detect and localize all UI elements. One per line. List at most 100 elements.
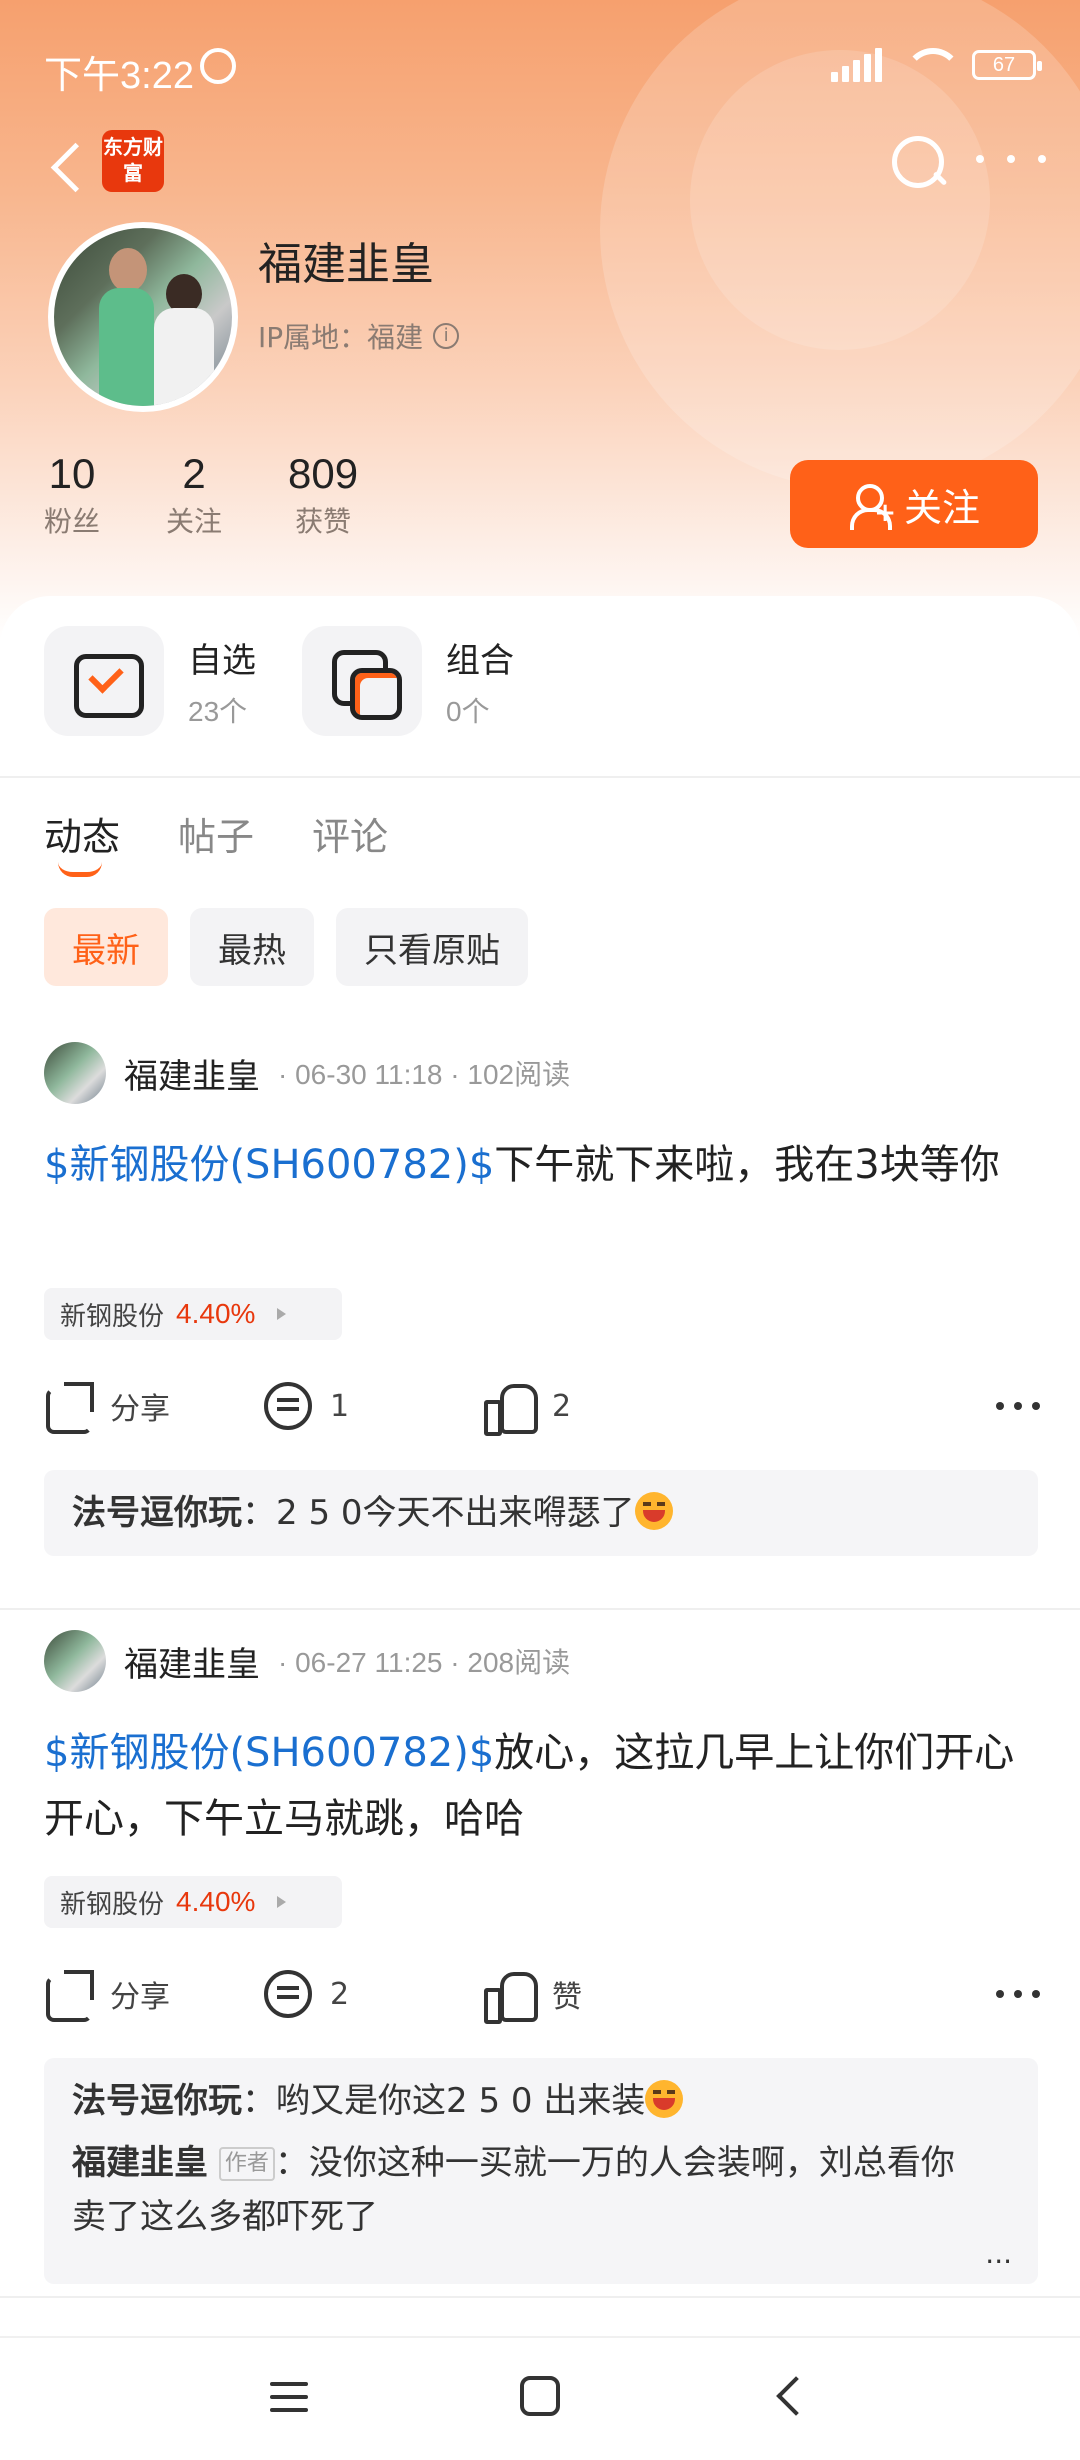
post-content[interactable]: $新钢股份(SH600782)$放心，这拉几早上让你们开心开心，下午立马就跳，哈… (44, 1720, 1034, 1852)
thumbs-up-icon (484, 1382, 538, 1436)
watchlist-entry[interactable]: 自选 23个 (44, 626, 256, 736)
comment-text: ：哟又是你这2 5 0 出来装 (242, 2081, 646, 2121)
post-text: 下午就下来啦，我在3块等你 (494, 1142, 1000, 1188)
chevron-right-icon (277, 1308, 287, 1320)
system-nav-bar (0, 2336, 1080, 2460)
stock-tag-name: 新钢股份 (60, 1301, 165, 1332)
portfolio-icon (302, 626, 422, 736)
content-card: 自选 23个 组合 0个 动态 帖子 评论 最新 最热 只看原贴 福建韭皇 · … (0, 596, 1080, 2336)
follow-button[interactable]: + 关注 (790, 460, 1038, 548)
top-nav: 东方财富 (0, 130, 1080, 210)
stock-tag-name: 新钢股份 (60, 1889, 165, 1920)
battery-icon: 67 (972, 50, 1042, 80)
quick-title: 组合 (446, 640, 514, 681)
filter-hottest[interactable]: 最热 (190, 908, 314, 986)
filter-original-only[interactable]: 只看原贴 (336, 908, 528, 986)
quick-count: 23个 (188, 695, 248, 727)
filter-latest[interactable]: 最新 (44, 908, 168, 986)
author-badge: 作者 (218, 2147, 275, 2181)
stat-value: 809 (288, 450, 359, 497)
stat-fans[interactable]: 10 粉丝 (44, 450, 100, 540)
tab-activity[interactable]: 动态 (44, 806, 120, 877)
watchlist-icon (44, 626, 164, 736)
divider (0, 1608, 1080, 1610)
wifi-icon (904, 48, 962, 82)
thumbs-up-icon (484, 1970, 538, 2024)
like-button[interactable]: 2 (484, 1382, 704, 1436)
avatar[interactable] (44, 1042, 106, 1104)
search-icon[interactable] (886, 130, 950, 194)
like-button[interactable]: 赞 (484, 1970, 704, 2024)
stat-likes[interactable]: 809 获赞 (288, 450, 358, 540)
profile-name: 福建韭皇 (258, 239, 434, 290)
comment-user[interactable]: 法号逗你玩 (72, 2081, 242, 2121)
tab-comments[interactable]: 评论 (312, 806, 388, 861)
share-button[interactable]: 分享 (44, 1970, 264, 2022)
stock-tag[interactable]: 新钢股份 4.40% (44, 1876, 342, 1928)
post-author[interactable]: 福建韭皇 (124, 1049, 260, 1098)
back-button[interactable] (44, 134, 94, 204)
post-actions: 分享 1 2 (44, 1376, 1040, 1436)
divider (0, 776, 1080, 778)
status-indicators: 67 (831, 48, 1042, 82)
post-meta: · 06-27 11:25 · 208阅读 (278, 1647, 571, 1678)
stat-following[interactable]: 2 关注 (166, 450, 222, 540)
recent-apps-icon[interactable] (270, 2382, 308, 2412)
post-header: 福建韭皇 · 06-30 11:18 · 102阅读 (44, 1040, 570, 1106)
portfolio-entry[interactable]: 组合 0个 (302, 626, 514, 736)
quick-title: 自选 (188, 640, 256, 681)
stock-tag-change: 4.40% (176, 1298, 256, 1329)
content-tabs: 动态 帖子 评论 (44, 806, 388, 877)
comment-preview[interactable]: 法号逗你玩：2 5 0今天不出来嘚瑟了 (44, 1470, 1038, 1556)
like-count: 2 (552, 1388, 572, 1424)
stat-value: 2 (182, 450, 206, 497)
divider (0, 2296, 1080, 2298)
laugh-emoji-icon (645, 2080, 684, 2118)
app-logo: 东方财富 (102, 130, 164, 192)
share-button[interactable]: 分享 (44, 1382, 264, 1434)
home-icon[interactable] (520, 2376, 560, 2416)
post-author[interactable]: 福建韭皇 (124, 1637, 260, 1686)
comment-button[interactable]: 1 (264, 1382, 484, 1430)
quick-count: 0个 (446, 695, 490, 727)
profile-stats: 10 粉丝 2 关注 809 获赞 (44, 450, 424, 540)
ip-location-label: IP属地：福建 (258, 321, 424, 354)
like-count: 赞 (552, 1980, 582, 2015)
comment-user[interactable]: 法号逗你玩 (72, 1493, 242, 1533)
signal-icon (831, 48, 882, 82)
post-header: 福建韭皇 · 06-27 11:25 · 208阅读 (44, 1628, 570, 1694)
status-time: 下午3:22 (44, 55, 194, 97)
comment-user[interactable]: 福建韭皇 (72, 2143, 208, 2183)
comment-icon (264, 1970, 312, 2018)
stat-label: 获赞 (295, 505, 352, 538)
avatar[interactable] (44, 1630, 106, 1692)
info-icon[interactable]: i (433, 323, 460, 349)
tab-posts[interactable]: 帖子 (178, 806, 254, 861)
status-bar: 下午3:22 67 (0, 0, 1080, 130)
comment-icon (264, 1382, 312, 1430)
share-icon (44, 1970, 94, 2022)
comment-line: 法号逗你玩：哟又是你这2 5 0 出来装 (72, 2074, 1010, 2128)
expand-comments-button[interactable]: ... (985, 2237, 1012, 2270)
filter-chips: 最新 最热 只看原贴 (44, 908, 528, 986)
comment-count: 2 (330, 1976, 350, 2012)
comment-text: ：2 5 0今天不出来嘚瑟了 (242, 1493, 635, 1533)
stock-tag[interactable]: 新钢股份 4.40% (44, 1288, 342, 1340)
add-user-icon: + (848, 482, 896, 530)
stock-link[interactable]: $新钢股份(SH600782)$ (44, 1730, 494, 1776)
quick-links: 自选 23个 组合 0个 (44, 626, 514, 736)
more-options-icon[interactable] (976, 144, 1046, 174)
share-label: 分享 (110, 1980, 170, 2015)
avatar[interactable] (48, 222, 238, 412)
stock-link[interactable]: $新钢股份(SH600782)$ (44, 1142, 494, 1188)
comment-button[interactable]: 2 (264, 1970, 484, 2018)
more-options-icon[interactable] (996, 1990, 1040, 1998)
follow-label: 关注 (903, 485, 980, 530)
more-options-icon[interactable] (996, 1402, 1040, 1410)
back-icon[interactable] (776, 2376, 816, 2416)
laugh-emoji-icon (634, 1492, 673, 1530)
post-actions: 分享 2 赞 (44, 1964, 1040, 2024)
post-meta: · 06-30 11:18 · 102阅读 (278, 1059, 571, 1090)
comment-preview[interactable]: 法号逗你玩：哟又是你这2 5 0 出来装 福建韭皇 作者 ：没你这种一买就一万的人… (44, 2058, 1038, 2284)
post-content[interactable]: $新钢股份(SH600782)$下午就下来啦，我在3块等你 (44, 1132, 1034, 1198)
